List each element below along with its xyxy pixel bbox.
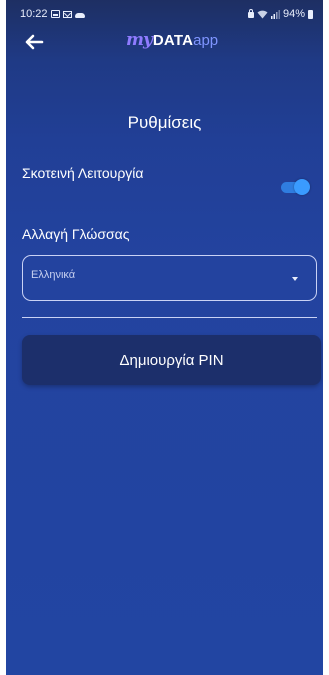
logo-my: my <box>126 30 153 50</box>
status-time: 10:22 <box>20 8 48 20</box>
dark-mode-toggle[interactable] <box>281 179 310 195</box>
toggle-knob <box>294 179 310 195</box>
photo-icon <box>50 10 60 18</box>
language-selected-value: Ελληνικά <box>31 269 76 281</box>
arrow-left-icon <box>25 34 44 50</box>
caret-down-icon <box>292 277 298 281</box>
mail-icon <box>62 10 72 18</box>
app-bar: my DATA app <box>6 26 323 74</box>
language-dropdown[interactable]: Ελληνικά <box>22 255 317 301</box>
lock-icon <box>247 9 254 18</box>
dark-mode-row: Σκοτεινή Λειτουργία <box>6 165 323 195</box>
status-bar: 10:22 94% <box>6 0 323 26</box>
logo-app: app <box>193 32 219 49</box>
mydata-app-logo: my DATA app <box>126 30 218 50</box>
language-label: Αλλαγή Γλώσσας <box>22 226 130 242</box>
create-pin-button[interactable]: Δημιουργία PIN <box>22 335 321 385</box>
battery-percentage: 94% <box>282 8 305 20</box>
settings-screen: 10:22 94% my DATA app Ρυθμίσεις Σκοτεινή… <box>6 0 323 675</box>
battery-icon <box>308 9 313 19</box>
dark-mode-label: Σκοτεινή Λειτουργία <box>22 165 144 181</box>
signal-icon <box>270 9 280 19</box>
page-title: Ρυθμίσεις <box>127 113 202 132</box>
cloud-icon <box>74 12 85 18</box>
divider <box>22 317 317 318</box>
logo-data: DATA <box>152 32 194 49</box>
back-button[interactable] <box>20 28 48 56</box>
wifi-icon <box>257 10 268 18</box>
status-left: 10:22 <box>20 8 85 20</box>
status-right: 94% <box>247 8 313 20</box>
